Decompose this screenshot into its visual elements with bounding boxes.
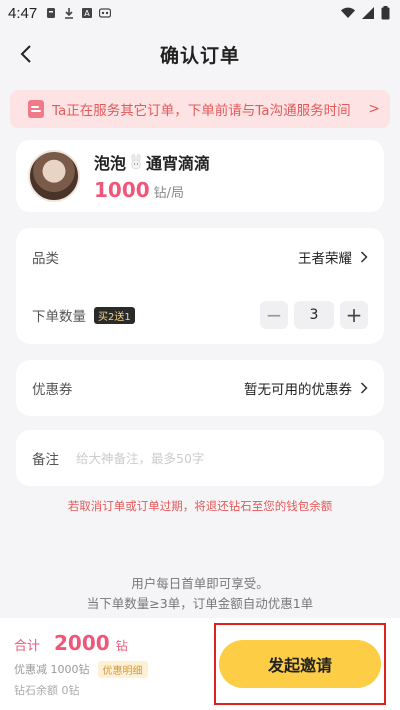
total-label: 合计 — [14, 638, 41, 654]
total-unit: 钻 — [115, 638, 128, 653]
discount-detail-button[interactable]: 优惠明细 — [97, 660, 148, 678]
coupon-row[interactable]: 优惠券 暂无可用的优惠券 — [32, 360, 368, 416]
price-value: 1000 — [94, 178, 150, 202]
remark-label: 备注 — [32, 452, 59, 468]
coupon-label: 优惠券 — [32, 382, 73, 398]
companion-name-part1: 泡泡 — [94, 154, 127, 173]
wifi-icon — [341, 7, 355, 19]
order-detail-card: 品类 王者荣耀 下单数量 买2送1 − 3 + — [16, 228, 384, 344]
send-invite-button[interactable]: 发起邀请 — [219, 640, 381, 688]
checkout-footer: 合计 2000 钻 优惠减 1000钻 优惠明细 钻石余额 0钻 发起邀请 — [0, 618, 400, 710]
signal-icon — [362, 7, 374, 19]
svg-text:A: A — [84, 9, 90, 18]
quantity-value[interactable]: 3 — [294, 301, 334, 329]
status-bar: 4:47 A — [0, 0, 400, 26]
chevron-right-icon — [360, 251, 368, 263]
chevron-right-icon — [360, 382, 368, 394]
decrease-button[interactable]: − — [260, 301, 288, 329]
page-title: 确认订单 — [159, 44, 240, 67]
quantity-label: 下单数量 — [32, 309, 86, 325]
notice-text: Ta正在服务其它订单，下单前请与Ta沟通服务时间 — [52, 103, 351, 119]
document-icon — [28, 100, 44, 118]
quantity-row: 下单数量 买2送1 − 3 + — [32, 286, 368, 344]
companion-profile-card: 泡泡 通宵滴滴 1000 钻/局 — [16, 140, 384, 212]
discount-rule-line1: 用户每日首单即可享受。 — [131, 576, 269, 591]
promo-badge: 买2送1 — [94, 306, 135, 324]
coupon-value: 暂无可用的优惠券 — [244, 382, 352, 398]
status-time: 4:47 — [8, 4, 38, 22]
discount-rule-line2: 当下单数量≥3单，订单金额自动优惠1单 — [86, 596, 314, 611]
app-a-icon: A — [82, 8, 93, 18]
busy-notice-banner[interactable]: Ta正在服务其它订单，下单前请与Ta沟通服务时间 > — [10, 90, 390, 128]
increase-button[interactable]: + — [340, 301, 368, 329]
app-game-icon — [99, 8, 112, 18]
discount-rules: 用户每日首单即可享受。 当下单数量≥3单，订单金额自动优惠1单 — [0, 574, 400, 614]
remark-card: 备注 — [16, 430, 384, 486]
remark-input[interactable] — [76, 450, 368, 466]
chevron-left-icon — [20, 45, 31, 63]
category-value: 王者荣耀 — [298, 251, 352, 267]
refund-tip: 若取消订单或订单过期，将退还钻石至您的钱包余额 — [67, 499, 333, 513]
discount-text: 优惠减 1000钻 — [14, 663, 90, 676]
download-icon — [65, 8, 74, 19]
total-value: 2000 — [54, 630, 110, 655]
chevron-right-icon: > — [368, 101, 380, 117]
coupon-card: 优惠券 暂无可用的优惠券 — [16, 360, 384, 416]
notification-icon — [47, 8, 56, 18]
category-row[interactable]: 品类 王者荣耀 — [32, 228, 368, 286]
category-label: 品类 — [32, 251, 59, 267]
battery-icon — [381, 6, 390, 20]
price-unit: 钻/局 — [153, 186, 185, 201]
back-button[interactable] — [12, 40, 40, 68]
companion-name: 泡泡 通宵滴滴 — [94, 150, 210, 174]
diamond-balance: 钻石余额 0钻 — [14, 683, 80, 697]
nav-bar: 确认订单 — [0, 26, 400, 82]
rabbit-emoji-icon — [131, 154, 141, 170]
avatar — [28, 150, 80, 202]
companion-name-part2: 通宵滴滴 — [146, 154, 211, 173]
quantity-stepper: − 3 + — [260, 301, 368, 329]
submit-highlight-box: 发起邀请 — [214, 623, 386, 705]
